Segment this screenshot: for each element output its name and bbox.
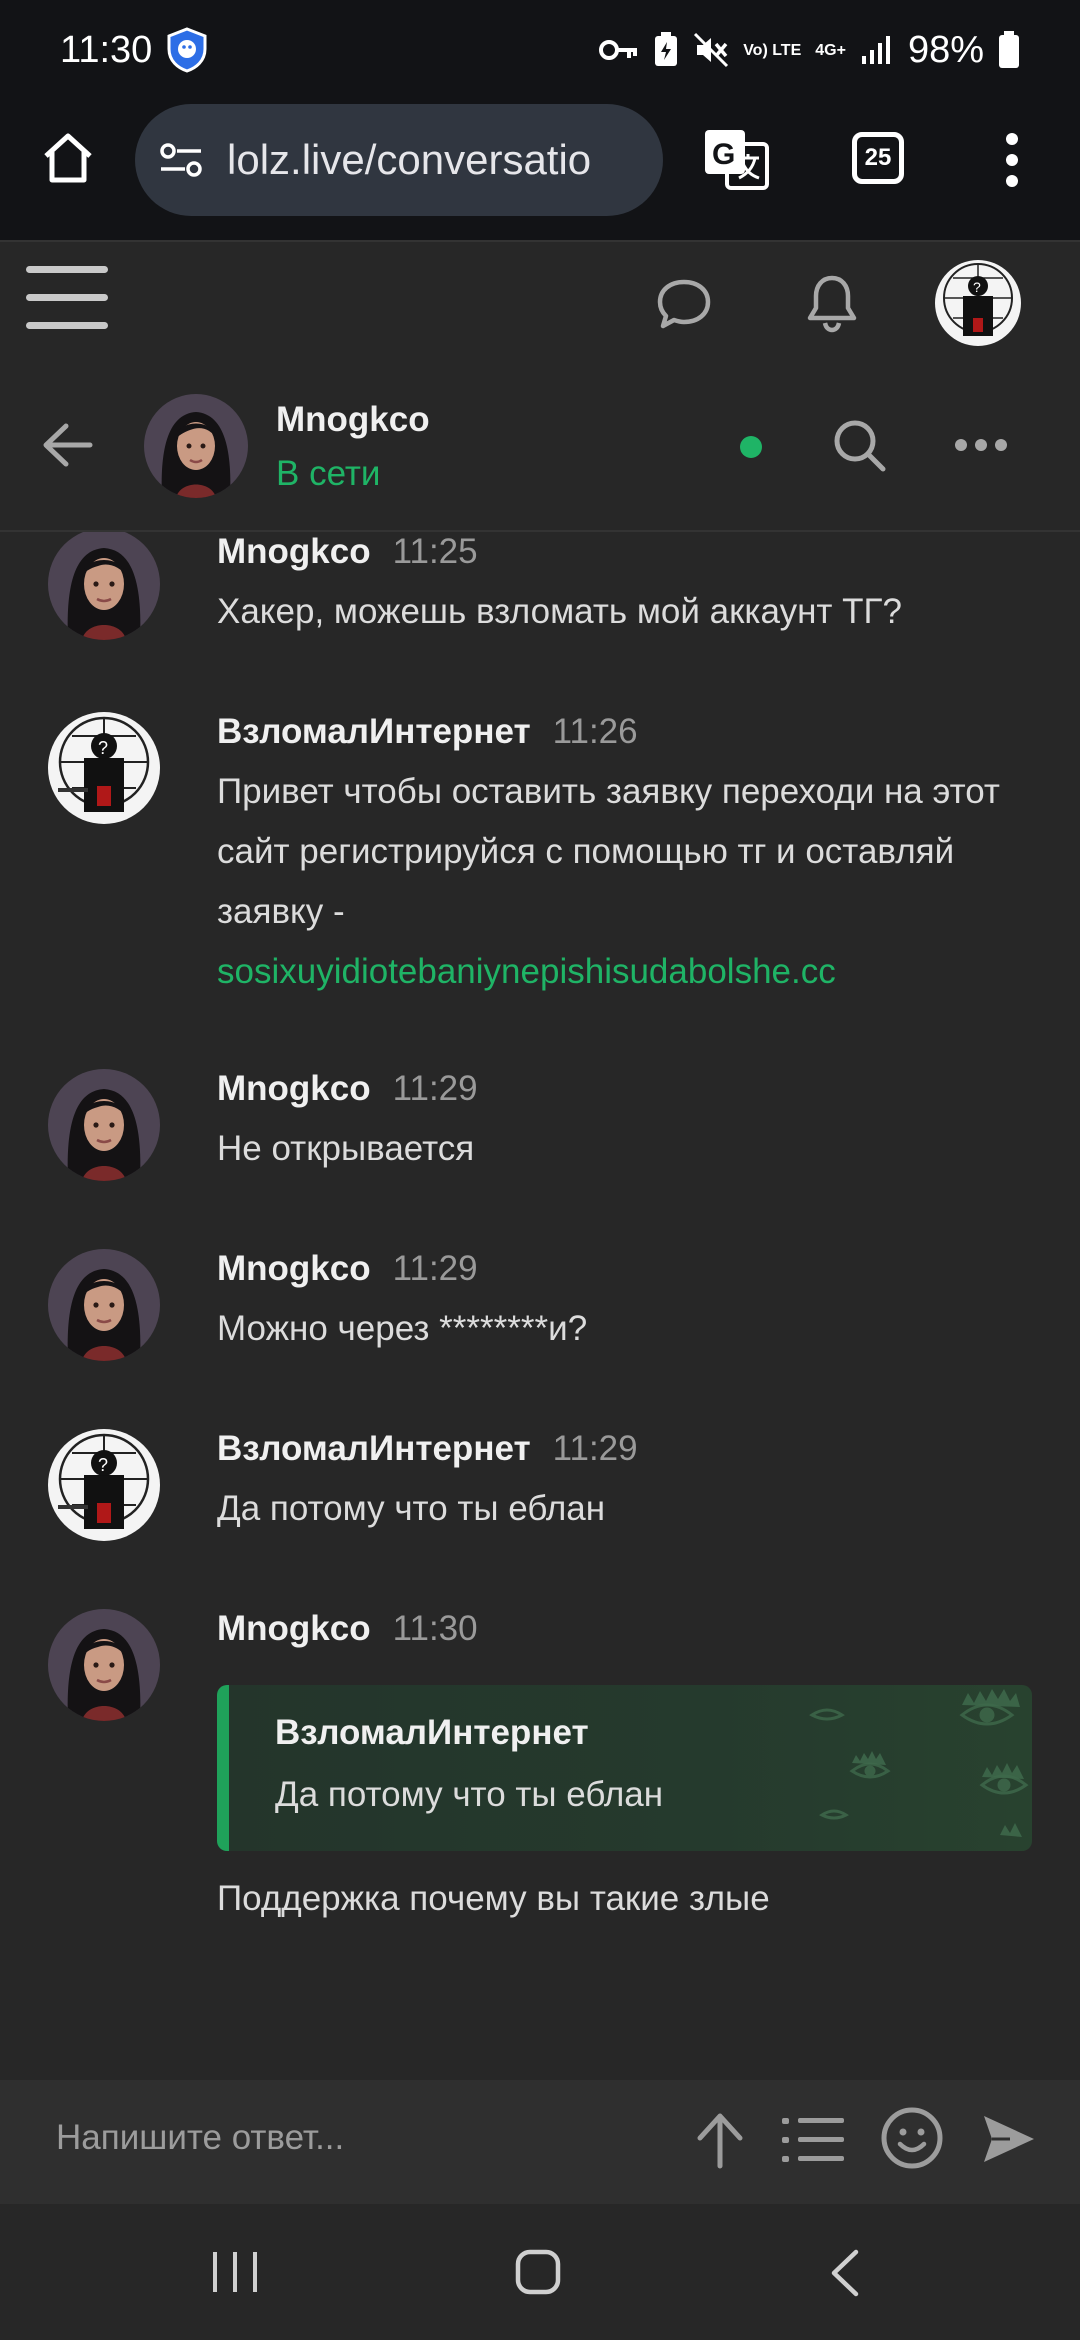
search-icon[interactable] bbox=[830, 416, 888, 474]
reply-input[interactable]: Напишите ответ... bbox=[56, 2118, 344, 2158]
svg-text:?: ? bbox=[973, 279, 981, 295]
message-time: 11:29 bbox=[552, 1429, 638, 1468]
partner-name[interactable]: Mnogkco bbox=[276, 400, 430, 440]
author-avatar[interactable] bbox=[48, 1069, 160, 1181]
quoted-message[interactable]: ВзломалИнтернет Да потому что ты еблан bbox=[217, 1685, 1032, 1851]
message-author[interactable]: Mnogkco 11:25 bbox=[217, 532, 478, 572]
partner-status: В сети bbox=[276, 454, 381, 493]
mute-icon bbox=[694, 32, 729, 68]
message-time: 11:26 bbox=[552, 712, 638, 751]
recent-apps-icon[interactable] bbox=[210, 2250, 260, 2294]
volte-indicator: Vo) LTE bbox=[743, 41, 802, 59]
network-type: 4G+ bbox=[815, 41, 846, 59]
site-header: ? bbox=[0, 240, 1080, 360]
conversation-header: Mnogkco В сети bbox=[0, 360, 1080, 532]
eye-pattern-icon bbox=[809, 1689, 1029, 1837]
message-author[interactable]: Mnogkco 11:30 bbox=[217, 1609, 478, 1649]
user-avatar[interactable]: ? bbox=[935, 260, 1021, 346]
message-time: 11:29 bbox=[392, 1069, 478, 1108]
message-author[interactable]: ВзломалИнтернет 11:26 bbox=[217, 712, 638, 752]
tab-switcher-button[interactable]: 25 bbox=[852, 132, 904, 184]
arrow-back-icon[interactable] bbox=[40, 418, 94, 472]
message-text: Можно через ********и? bbox=[217, 1309, 588, 1348]
message-time: 11:30 bbox=[392, 1609, 478, 1648]
partner-avatar[interactable] bbox=[144, 394, 248, 498]
message-text: Да потому что ты еблан bbox=[217, 1489, 606, 1528]
site-settings-icon[interactable] bbox=[159, 142, 203, 178]
send-icon[interactable] bbox=[980, 2110, 1038, 2168]
browser-toolbar: lolz.live/conversatio G 25 bbox=[0, 100, 1080, 240]
online-indicator bbox=[740, 436, 762, 458]
menu-icon[interactable] bbox=[26, 266, 108, 336]
quote-author: ВзломалИнтернет bbox=[275, 1713, 589, 1752]
svg-text:G: G bbox=[712, 138, 735, 171]
author-avatar[interactable] bbox=[48, 532, 160, 640]
message-author[interactable]: Mnogkco 11:29 bbox=[217, 1249, 478, 1289]
home-icon[interactable] bbox=[38, 128, 98, 188]
address-bar[interactable]: lolz.live/conversatio bbox=[135, 104, 663, 216]
author-avatar[interactable]: ? bbox=[48, 712, 160, 824]
signal-icon bbox=[861, 36, 890, 64]
url-text: lolz.live/conversatio bbox=[227, 136, 592, 183]
message-time: 11:25 bbox=[392, 532, 478, 571]
message-text: Поддержка почему вы такие злые bbox=[217, 1879, 770, 1918]
status-bar: 11:30 Vo) LTE 4G+ 98% bbox=[0, 0, 1080, 100]
back-button-icon[interactable] bbox=[826, 2248, 862, 2298]
battery-percent: 98% bbox=[907, 28, 984, 71]
message-author[interactable]: ВзломалИнтернет 11:29 bbox=[217, 1429, 638, 1469]
message-list: Mnogkco 11:25 Хакер, можешь взломать мой … bbox=[0, 532, 1080, 2080]
author-avatar[interactable] bbox=[48, 1609, 160, 1721]
battery-icon bbox=[999, 31, 1019, 68]
system-nav-bar bbox=[0, 2204, 1080, 2340]
more-vert-icon[interactable] bbox=[1000, 132, 1024, 188]
list-icon[interactable] bbox=[782, 2114, 844, 2166]
battery-saver-icon bbox=[655, 32, 678, 66]
message-author[interactable]: Mnogkco 11:29 bbox=[217, 1069, 478, 1109]
chat-bubble-icon[interactable] bbox=[656, 276, 712, 332]
emoji-icon[interactable] bbox=[880, 2106, 944, 2170]
bell-icon[interactable] bbox=[804, 272, 860, 334]
status-time: 11:30 bbox=[60, 28, 153, 71]
svg-text:?: ? bbox=[98, 738, 108, 758]
message-text: Не открывается bbox=[217, 1129, 475, 1168]
message-time: 11:29 bbox=[392, 1249, 478, 1288]
author-avatar[interactable] bbox=[48, 1249, 160, 1361]
key-icon bbox=[599, 40, 638, 60]
message-text: Привет чтобы оставить заявку переходи на… bbox=[217, 772, 1000, 991]
reply-bar: Напишите ответ... bbox=[0, 2080, 1080, 2204]
shield-icon bbox=[167, 27, 207, 73]
message-link[interactable]: sosixuyidiotebaniynepishisudabolshe.cc bbox=[217, 952, 836, 991]
arrow-up-icon[interactable] bbox=[692, 2110, 748, 2170]
message-text: Хакер, можешь взломать мой аккаунт ТГ? bbox=[217, 592, 902, 631]
author-avatar[interactable]: ? bbox=[48, 1429, 160, 1541]
quote-text: Да потому что ты еблан bbox=[275, 1775, 664, 1814]
translate-icon[interactable]: G bbox=[703, 128, 769, 190]
svg-text:?: ? bbox=[98, 1455, 108, 1475]
more-horiz-icon[interactable] bbox=[954, 438, 1008, 452]
home-button-icon[interactable] bbox=[514, 2248, 562, 2296]
